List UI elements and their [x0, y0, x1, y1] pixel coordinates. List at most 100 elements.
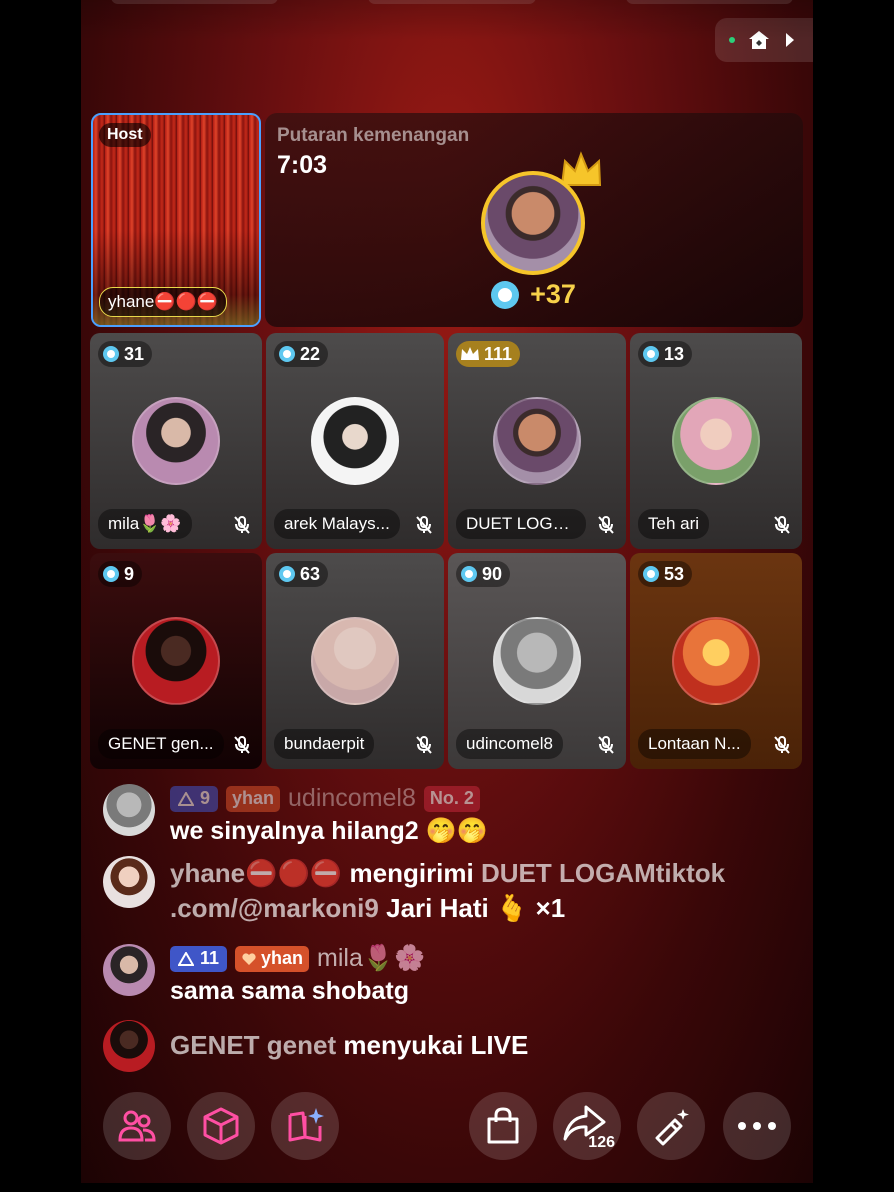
participant-tile[interactable]: 22 arek Malays... — [266, 333, 444, 549]
share-button[interactable]: 126 — [553, 1092, 621, 1160]
magic-wand-icon — [655, 1109, 689, 1146]
more-button[interactable] — [723, 1092, 791, 1160]
points-value: 9 — [124, 563, 135, 584]
points-value: 53 — [664, 563, 685, 584]
message-text: menyukai LIVE — [343, 1030, 529, 1060]
avatar — [103, 1020, 155, 1072]
participant-name: GENET gen... — [98, 729, 224, 759]
live-stream-screen: Host yhane⛔🔴⛔ Putaran kemenangan 7:03 +3… — [81, 0, 813, 1183]
mic-muted-icon — [416, 516, 432, 534]
gift-name: Jari Hati 🫰 ×1 — [386, 893, 566, 923]
avatar — [493, 397, 581, 485]
participant-name: mila🌷🌸 — [98, 509, 192, 539]
level-badge: 9 — [170, 785, 219, 812]
points-badge: 9 — [98, 561, 143, 587]
shop-button[interactable] — [469, 1092, 537, 1160]
participant-name: Lontaan N... — [638, 729, 751, 759]
host-tile[interactable]: Host yhane⛔🔴⛔ — [91, 113, 261, 327]
participant-name: bundaerpit — [274, 729, 375, 759]
avatar — [493, 617, 581, 705]
points-value: 63 — [300, 563, 321, 584]
level-badge: 11 — [170, 945, 228, 972]
score-value: +37 — [530, 279, 576, 309]
points-badge: 53 — [638, 561, 693, 587]
diamond-icon — [279, 566, 295, 582]
box-button[interactable] — [187, 1092, 255, 1160]
participant-tile[interactable]: 90 udincomel8 — [448, 553, 626, 769]
gift-body: yhane⛔🔴⛔ mengirimi DUET LOGAMtiktok .com… — [170, 856, 783, 926]
chevron-right-icon[interactable] — [783, 31, 797, 49]
status-dot — [729, 37, 735, 43]
winning-round-panel: Putaran kemenangan 7:03 +37 — [265, 113, 803, 327]
book-sparkle-icon — [288, 1108, 324, 1142]
message-text: sama sama shobatg — [170, 977, 409, 1005]
guests-button[interactable] — [103, 1092, 171, 1160]
points-badge: 63 — [274, 561, 329, 587]
rank-value: No. 2 — [429, 788, 474, 808]
avatar — [672, 397, 760, 485]
level-value: 11 — [200, 948, 220, 968]
points-value: 31 — [124, 343, 145, 364]
participant-name: arek Malays... — [274, 509, 400, 539]
more-icon — [738, 1122, 776, 1130]
avatar — [672, 617, 760, 705]
book-button[interactable] — [271, 1092, 339, 1160]
participant-tile[interactable]: 13 Teh ari — [630, 333, 802, 549]
points-value: 90 — [482, 563, 503, 584]
participant-tile[interactable]: 31 mila🌷🌸 — [90, 333, 262, 549]
message-text: we sinyalnya hilang2 🤭🤭 — [170, 817, 488, 845]
participant-tile[interactable]: 63 bundaerpit — [266, 553, 444, 769]
diamond-icon — [103, 346, 119, 362]
participant-tile[interactable]: 9 GENET gen... — [90, 553, 262, 769]
fan-badge: yhan — [235, 945, 310, 972]
heart-icon — [242, 952, 256, 965]
participant-tile[interactable]: 111 DUET LOGA... — [448, 333, 626, 549]
host-name[interactable]: yhane⛔🔴⛔ — [99, 287, 227, 317]
points-value: 111 — [484, 343, 513, 364]
mic-muted-icon — [774, 516, 790, 534]
message-user[interactable]: GENET genet — [170, 1030, 336, 1060]
points-badge: 31 — [98, 341, 153, 367]
effects-button[interactable] — [637, 1092, 705, 1160]
points-badge: 111 — [456, 341, 521, 367]
winner-score: +37 — [481, 279, 585, 310]
diamond-icon — [103, 566, 119, 582]
participant-tile[interactable]: 53 Lontaan N... — [630, 553, 802, 769]
message-user[interactable]: yhane⛔🔴⛔ — [170, 858, 342, 888]
points-value: 22 — [300, 343, 321, 364]
share-count: 126 — [588, 1134, 615, 1151]
crown-icon — [461, 347, 479, 360]
mic-muted-icon — [598, 516, 614, 534]
message-body: GENET genet menyukai LIVE — [170, 1020, 783, 1063]
message-user[interactable]: mila🌷🌸 — [317, 944, 425, 973]
avatar — [311, 397, 399, 485]
avatar — [132, 617, 220, 705]
avatar — [103, 856, 155, 908]
mini-control-bar[interactable] — [715, 18, 813, 62]
cube-icon — [203, 1107, 239, 1145]
like-line: GENET genet menyukai LIVE — [170, 1028, 783, 1063]
avatar — [103, 944, 155, 996]
points-badge: 22 — [274, 341, 329, 367]
diamond-icon — [643, 346, 659, 362]
winner-avatar[interactable] — [481, 171, 585, 275]
level-icon — [178, 951, 194, 966]
home-icon[interactable] — [747, 28, 771, 52]
message-user[interactable]: udincomel8 — [288, 784, 416, 813]
fan-badge: yhan — [226, 785, 281, 812]
mic-muted-icon — [598, 736, 614, 754]
mic-muted-icon — [774, 736, 790, 754]
host-badge: Host — [99, 123, 151, 147]
participant-name: Teh ari — [638, 509, 710, 539]
avatar — [103, 784, 155, 836]
bottom-toolbar: 126 — [103, 1092, 793, 1160]
gift-verb: mengirimi — [349, 858, 474, 888]
message-body: 9 yhan udincomel8 No. 2 we sinyalnya hil… — [170, 784, 783, 846]
mic-muted-icon — [234, 736, 250, 754]
message-meta: 11 yhan mila🌷🌸 — [170, 944, 783, 973]
message-meta: 9 yhan udincomel8 No. 2 — [170, 784, 783, 813]
top-pills — [111, 0, 793, 4]
points-badge: 90 — [456, 561, 511, 587]
mic-muted-icon — [416, 736, 432, 754]
round-timer: 7:03 — [277, 151, 328, 179]
